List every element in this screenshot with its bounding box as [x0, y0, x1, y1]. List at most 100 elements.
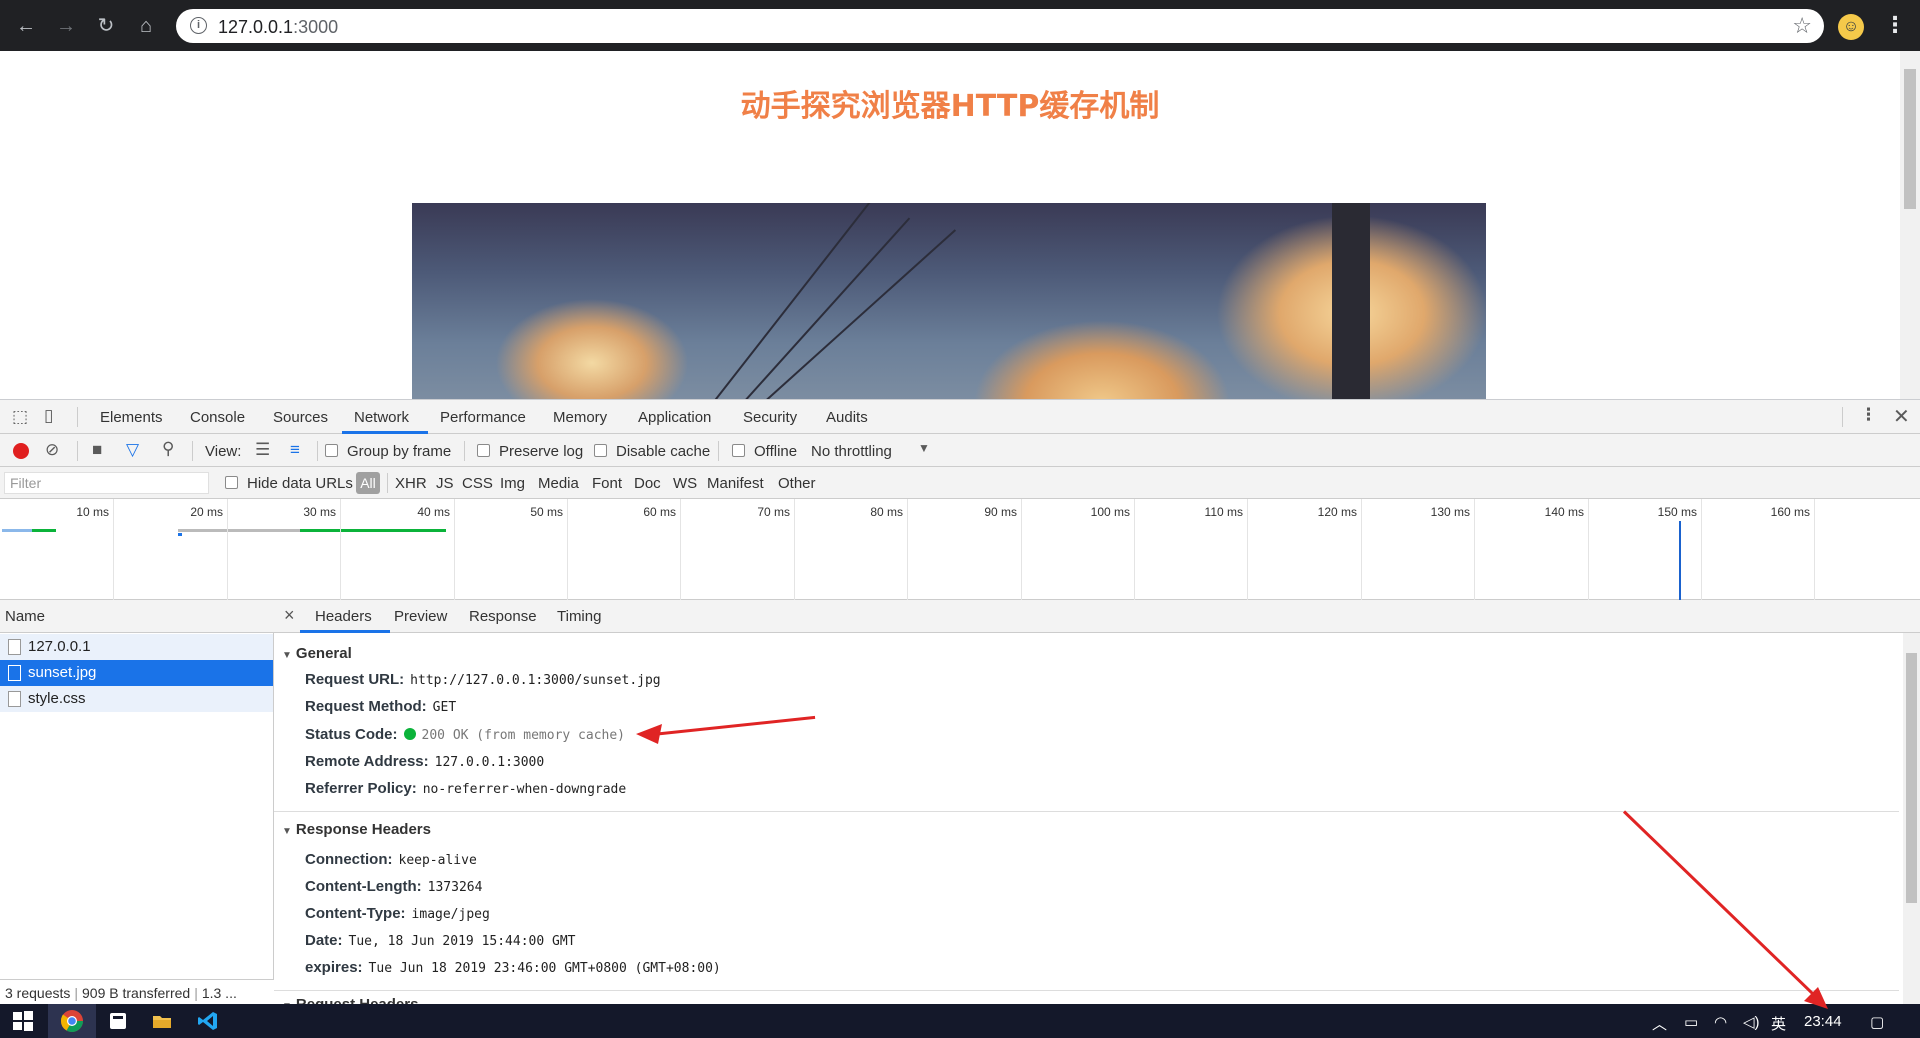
response-headers-section-toggle[interactable]: ▼ Response Headers — [282, 821, 431, 838]
tab-network[interactable]: Network — [354, 409, 409, 426]
tab-performance[interactable]: Performance — [440, 409, 526, 426]
overview-gridline — [1361, 499, 1362, 600]
overview-tick-label: 50 ms — [530, 505, 563, 519]
info-icon[interactable]: i — [190, 17, 207, 34]
details-scrollbar[interactable] — [1903, 633, 1920, 1005]
app-taskbar-icon[interactable] — [107, 1010, 129, 1032]
overview-tick-label: 10 ms — [76, 505, 109, 519]
address-bar[interactable]: i 127.0.0.1:3000 ☆ — [176, 9, 1824, 43]
power-line — [711, 203, 873, 399]
menu-icon[interactable]: ⋮ — [1884, 12, 1906, 38]
header-key: Content-Type: — [305, 905, 406, 922]
overview-bar — [178, 533, 182, 536]
filter-type-doc[interactable]: Doc — [634, 475, 661, 492]
offline-checkbox[interactable] — [732, 444, 745, 457]
tab-console[interactable]: Console — [190, 409, 245, 426]
screenshot-camera-icon[interactable]: ■ — [92, 440, 102, 460]
wifi-icon[interactable]: ◠ — [1714, 1013, 1727, 1031]
waterfall-overview-icon[interactable]: ≡ — [290, 440, 300, 460]
tab-application[interactable]: Application — [638, 409, 711, 426]
address-url[interactable]: 127.0.0.1:3000 — [218, 17, 338, 38]
page-viewport: 动手探究浏览器HTTP缓存机制 — [0, 51, 1920, 399]
header-value: 127.0.0.1:3000 — [434, 755, 545, 770]
name-column-header[interactable]: Name — [0, 600, 274, 633]
filter-type-manifest[interactable]: Manifest — [707, 475, 764, 492]
preserve-log-checkbox[interactable] — [477, 444, 490, 457]
filter-input[interactable]: Filter — [4, 472, 209, 494]
request-row[interactable]: sunset.jpg — [0, 660, 273, 686]
power-line — [761, 229, 956, 399]
divider — [192, 441, 193, 461]
divider — [274, 990, 1899, 991]
battery-icon[interactable]: ▭ — [1684, 1013, 1698, 1031]
reload-button[interactable]: ↻ — [92, 12, 120, 40]
filter-type-media[interactable]: Media — [538, 475, 579, 492]
throttling-select[interactable]: No throttling — [811, 443, 892, 460]
avatar-icon[interactable]: ☺ — [1838, 14, 1864, 40]
tab-sources[interactable]: Sources — [273, 409, 328, 426]
general-section-toggle[interactable]: ▼ General — [282, 645, 352, 662]
devtools-tabs: ⬚ ▯ Elements Console Sources Network Per… — [0, 400, 1920, 434]
filter-icon[interactable]: ▽ — [126, 440, 139, 460]
tab-audits[interactable]: Audits — [826, 409, 868, 426]
chevron-down-icon[interactable]: ▼ — [918, 441, 930, 455]
request-row[interactable]: style.css — [0, 686, 273, 712]
device-toolbar-icon[interactable]: ▯ — [44, 406, 53, 426]
tab-elements[interactable]: Elements — [100, 409, 163, 426]
back-button[interactable]: ← — [12, 12, 40, 40]
offline-label: Offline — [754, 443, 798, 460]
divider — [77, 407, 78, 427]
home-button[interactable]: ⌂ — [132, 12, 160, 40]
filter-type-all[interactable]: All — [356, 472, 380, 494]
header-key: Date: — [305, 932, 343, 949]
search-icon[interactable]: ⚲ — [162, 439, 174, 459]
tab-preview[interactable]: Preview — [394, 608, 447, 625]
forward-button[interactable]: → — [52, 12, 80, 40]
close-details-icon[interactable]: × — [284, 605, 295, 626]
more-options-icon[interactable]: ⋮ — [1860, 405, 1877, 425]
chrome-icon — [60, 1010, 83, 1032]
hide-data-urls-checkbox[interactable] — [225, 476, 238, 489]
overview-bar — [32, 529, 56, 532]
record-icon[interactable] — [13, 443, 29, 459]
filter-type-xhr[interactable]: XHR — [395, 475, 427, 492]
clock[interactable]: 23:44 — [1804, 1013, 1842, 1030]
inspect-icon[interactable]: ⬚ — [12, 407, 28, 427]
disable-cache-checkbox[interactable] — [594, 444, 607, 457]
tab-headers[interactable]: Headers — [315, 608, 372, 625]
ime-indicator[interactable]: 英 — [1771, 1013, 1786, 1034]
filter-type-other[interactable]: Other — [778, 475, 816, 492]
tab-memory[interactable]: Memory — [553, 409, 607, 426]
volume-icon[interactable]: ◁) — [1743, 1013, 1760, 1031]
file-explorer-icon[interactable] — [151, 1010, 173, 1032]
filter-type-css[interactable]: CSS — [462, 475, 493, 492]
filter-type-ws[interactable]: WS — [673, 475, 697, 492]
overview-gridline — [454, 499, 455, 600]
tab-timing[interactable]: Timing — [557, 608, 601, 625]
vscode-icon[interactable] — [197, 1010, 219, 1032]
power-line — [741, 217, 910, 399]
overview-gridline — [227, 499, 228, 600]
windows-start-icon[interactable] — [12, 1010, 34, 1032]
network-overview[interactable]: 10 ms 20 ms 30 ms 40 ms 50 ms 60 ms 70 ms 80 ms… — [0, 499, 1920, 600]
tab-response[interactable]: Response — [469, 608, 537, 625]
filter-type-img[interactable]: Img — [500, 475, 525, 492]
tab-security[interactable]: Security — [743, 409, 797, 426]
filter-type-font[interactable]: Font — [592, 475, 622, 492]
show-hidden-icons-icon[interactable]: ︿ — [1652, 1013, 1667, 1034]
filter-type-js[interactable]: JS — [436, 475, 454, 492]
active-tab-indicator — [300, 630, 390, 633]
notifications-icon[interactable]: ▢ — [1870, 1013, 1884, 1031]
large-rows-icon[interactable]: ☰ — [255, 440, 270, 460]
page-scrollbar[interactable] — [1900, 51, 1920, 399]
scroll-thumb[interactable] — [1904, 69, 1916, 209]
chrome-taskbar-item[interactable] — [48, 1004, 96, 1038]
scroll-thumb[interactable] — [1906, 653, 1917, 903]
overview-tick-label: 60 ms — [643, 505, 676, 519]
header-key: Remote Address: — [305, 753, 429, 770]
close-devtools-icon[interactable]: ✕ — [1893, 404, 1910, 429]
clear-icon[interactable]: ⊘ — [45, 440, 59, 460]
request-row[interactable]: 127.0.0.1 — [0, 634, 273, 660]
group-by-frame-checkbox[interactable] — [325, 444, 338, 457]
star-icon[interactable]: ☆ — [1792, 13, 1812, 39]
